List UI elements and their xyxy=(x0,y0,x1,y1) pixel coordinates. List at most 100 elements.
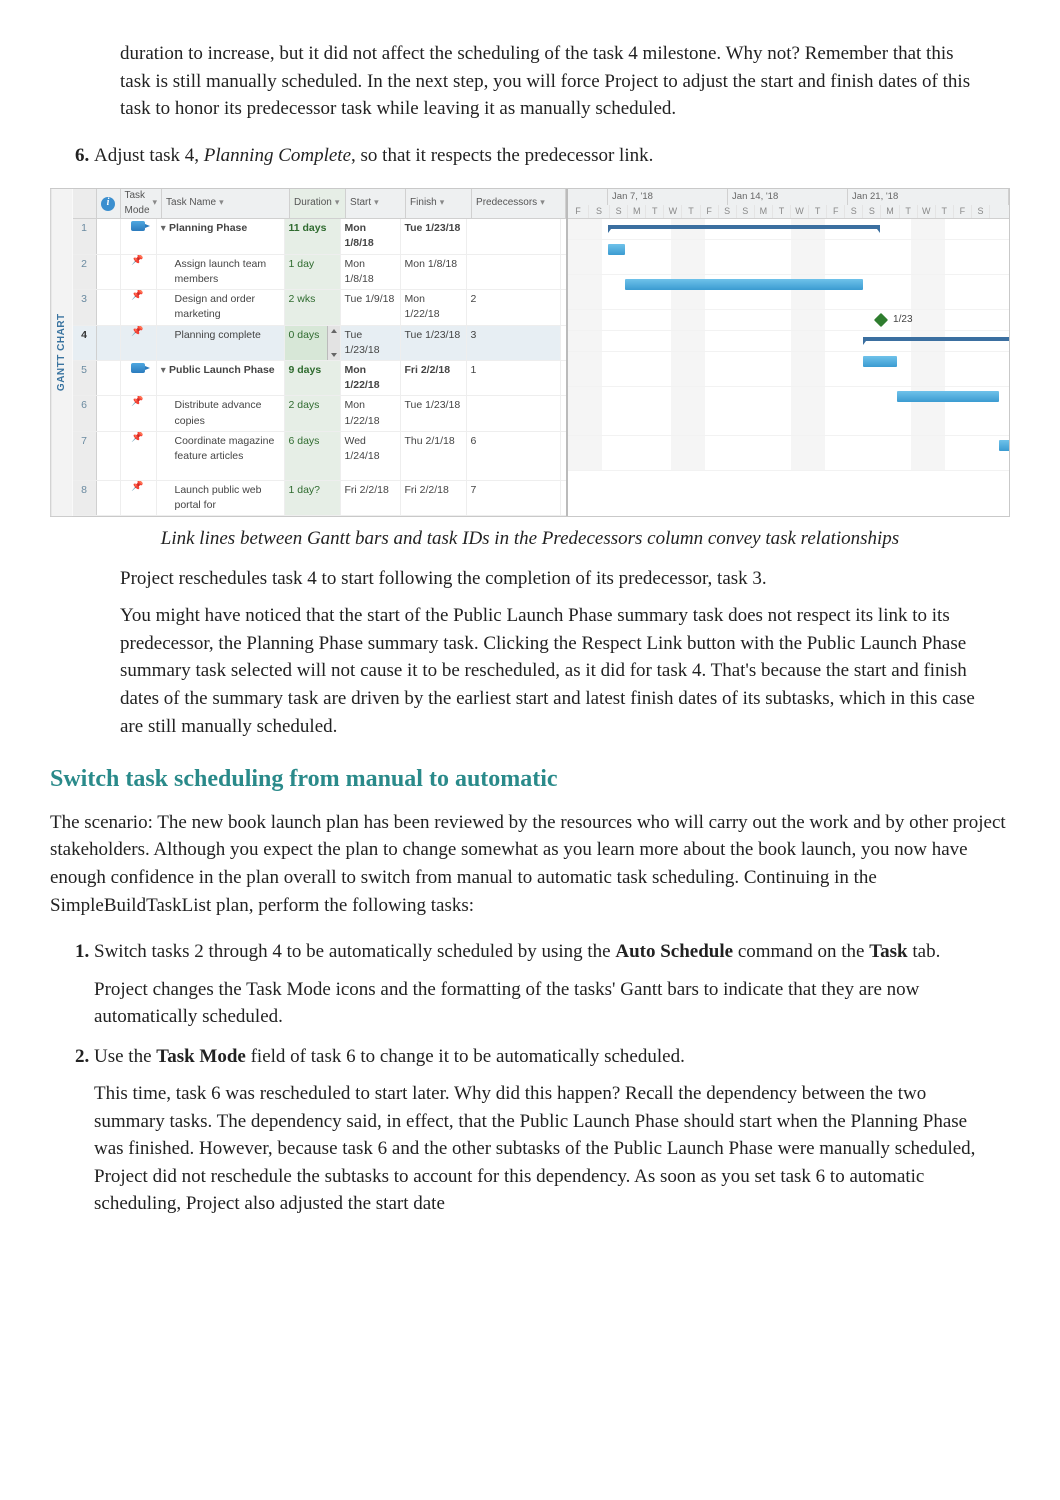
task-mode-cell[interactable] xyxy=(121,255,157,289)
gantt-task-bar[interactable] xyxy=(625,279,863,290)
col-header-start-label: Start xyxy=(350,196,371,211)
finish-cell[interactable]: Thu 2/1/18 xyxy=(401,432,467,480)
step-1-bold-1: Auto Schedule xyxy=(615,941,733,962)
figure-caption: Link lines between Gantt bars and task I… xyxy=(90,525,970,553)
predecessors-cell[interactable]: 6 xyxy=(467,432,561,480)
predecessors-cell[interactable] xyxy=(467,219,561,253)
finish-cell[interactable]: Tue 1/23/18 xyxy=(401,396,467,430)
task-name-cell[interactable]: Distribute advance copies xyxy=(157,396,285,430)
start-cell[interactable]: Mon 1/8/18 xyxy=(341,255,401,289)
nonworking-shade xyxy=(671,331,705,351)
predecessors-cell[interactable]: 3 xyxy=(467,326,561,360)
info-cell xyxy=(97,432,121,480)
duration-cell[interactable]: 1 day? xyxy=(285,481,341,515)
gantt-summary-bar[interactable] xyxy=(863,337,1009,341)
finish-cell[interactable]: Mon 1/22/18 xyxy=(401,290,467,324)
task-name-text: Distribute advance copies xyxy=(175,398,280,428)
gantt-task-bar[interactable] xyxy=(999,440,1009,451)
nonworking-shade xyxy=(568,310,602,330)
col-header-duration[interactable]: Duration xyxy=(290,189,346,218)
gantt-task-bar[interactable] xyxy=(608,244,625,255)
start-cell[interactable]: Tue 1/23/18 xyxy=(341,326,401,360)
task-mode-cell[interactable] xyxy=(121,290,157,324)
task-mode-cell[interactable] xyxy=(121,396,157,430)
predecessors-cell[interactable] xyxy=(467,396,561,430)
start-cell[interactable]: Mon 1/22/18 xyxy=(341,361,401,395)
finish-cell[interactable]: Fri 2/2/18 xyxy=(401,481,467,515)
task-name-cell[interactable]: Planning Phase xyxy=(157,219,285,253)
table-row[interactable]: 8Launch public web portal for1 day?Fri 2… xyxy=(73,481,567,516)
finish-cell[interactable]: Mon 1/8/18 xyxy=(401,255,467,289)
col-header-finish[interactable]: Finish xyxy=(406,189,472,218)
nonworking-shade xyxy=(911,352,945,386)
nonworking-shade xyxy=(791,331,825,351)
col-header-taskmode[interactable]: Task Mode xyxy=(121,189,163,218)
nonworking-shade xyxy=(671,240,705,274)
collapse-toggle-icon[interactable] xyxy=(161,363,170,378)
table-row[interactable]: 4Planning complete0 daysTue 1/23/18Tue 1… xyxy=(73,326,567,361)
col-header-info: i xyxy=(97,189,121,218)
col-header-start[interactable]: Start xyxy=(346,189,406,218)
nonworking-shade xyxy=(568,331,602,351)
step-1-item: Switch tasks 2 through 4 to be automatic… xyxy=(94,938,980,1031)
col-header-rownum xyxy=(73,189,97,218)
table-row[interactable]: 6 Distribute advance copies2 daysMon 1/22… xyxy=(73,396,567,431)
start-cell[interactable]: Wed 1/24/18 xyxy=(341,432,401,480)
gantt-summary-bar[interactable] xyxy=(608,225,880,229)
start-cell[interactable]: Mon 1/22/18 xyxy=(341,396,401,430)
table-row[interactable]: 2Assign launch team members1 dayMon 1/8/… xyxy=(73,255,567,290)
finish-cell[interactable]: Tue 1/23/18 xyxy=(401,219,467,253)
task-name-text: Planning complete xyxy=(175,328,261,343)
predecessors-cell[interactable]: 7 xyxy=(467,481,561,515)
nonworking-shade xyxy=(911,436,945,470)
collapse-toggle-icon[interactable] xyxy=(161,221,170,236)
task-mode-cell[interactable] xyxy=(121,219,157,253)
task-mode-cell[interactable] xyxy=(121,432,157,480)
timeline-week-3: Jan 21, '18 xyxy=(848,189,1009,205)
predecessors-cell[interactable]: 1 xyxy=(467,361,561,395)
task-name-cell[interactable]: Assign launch team members xyxy=(157,255,285,289)
start-cell[interactable]: Tue 1/9/18 xyxy=(341,290,401,324)
gantt-task-bar[interactable] xyxy=(863,356,897,367)
start-cell[interactable]: Fri 2/2/18 xyxy=(341,481,401,515)
task-mode-cell[interactable] xyxy=(121,361,157,395)
nonworking-shade xyxy=(911,331,945,351)
duration-cell[interactable]: 9 days xyxy=(285,361,341,395)
duration-cell[interactable]: 2 days xyxy=(285,396,341,430)
step-1-text-b: tab. xyxy=(908,941,941,962)
task-mode-cell[interactable] xyxy=(121,481,157,515)
duration-cell[interactable]: 0 days xyxy=(285,326,341,360)
col-header-predecessors[interactable]: Predecessors xyxy=(472,189,566,218)
nonworking-shade xyxy=(791,436,825,470)
table-row[interactable]: 1Planning Phase11 daysMon 1/8/18Tue 1/23… xyxy=(73,219,567,254)
table-row[interactable]: 3Design and order marketing2 wksTue 1/9/… xyxy=(73,290,567,325)
duration-cell[interactable]: 6 days xyxy=(285,432,341,480)
col-header-taskname[interactable]: Task Name xyxy=(162,189,290,218)
predecessors-cell[interactable]: 2 xyxy=(467,290,561,324)
row-number: 6 xyxy=(73,396,97,430)
task-name-cell[interactable]: Coordinate magazine feature articles xyxy=(157,432,285,480)
step-1-text-a: Switch tasks 2 through 4 to be automatic… xyxy=(94,941,615,962)
timeline-day: F xyxy=(568,205,589,218)
finish-cell[interactable]: Fri 2/2/18 xyxy=(401,361,467,395)
task-name-cell[interactable]: Launch public web portal for xyxy=(157,481,285,515)
duration-cell[interactable]: 1 day xyxy=(285,255,341,289)
start-cell[interactable]: Mon 1/8/18 xyxy=(341,219,401,253)
nonworking-shade xyxy=(671,352,705,386)
duration-cell[interactable]: 2 wks xyxy=(285,290,341,324)
task-mode-cell[interactable] xyxy=(121,326,157,360)
info-cell xyxy=(97,481,121,515)
gantt-task-bar[interactable] xyxy=(897,391,999,402)
task-name-cell[interactable]: Public Launch Phase xyxy=(157,361,285,395)
auto-schedule-icon xyxy=(131,221,145,231)
duration-stepper[interactable] xyxy=(327,326,340,360)
task-name-cell[interactable]: Design and order marketing xyxy=(157,290,285,324)
table-row[interactable]: 7Coordinate magazine feature articles6 d… xyxy=(73,432,567,481)
predecessors-cell[interactable] xyxy=(467,255,561,289)
finish-cell[interactable]: Tue 1/23/18 xyxy=(401,326,467,360)
gantt-bar-row xyxy=(568,387,1009,436)
task-name-cell[interactable]: Planning complete xyxy=(157,326,285,360)
duration-cell[interactable]: 11 days xyxy=(285,219,341,253)
gantt-milestone[interactable] xyxy=(874,313,888,327)
table-row[interactable]: 5Public Launch Phase9 daysMon 1/22/18Fri… xyxy=(73,361,567,396)
